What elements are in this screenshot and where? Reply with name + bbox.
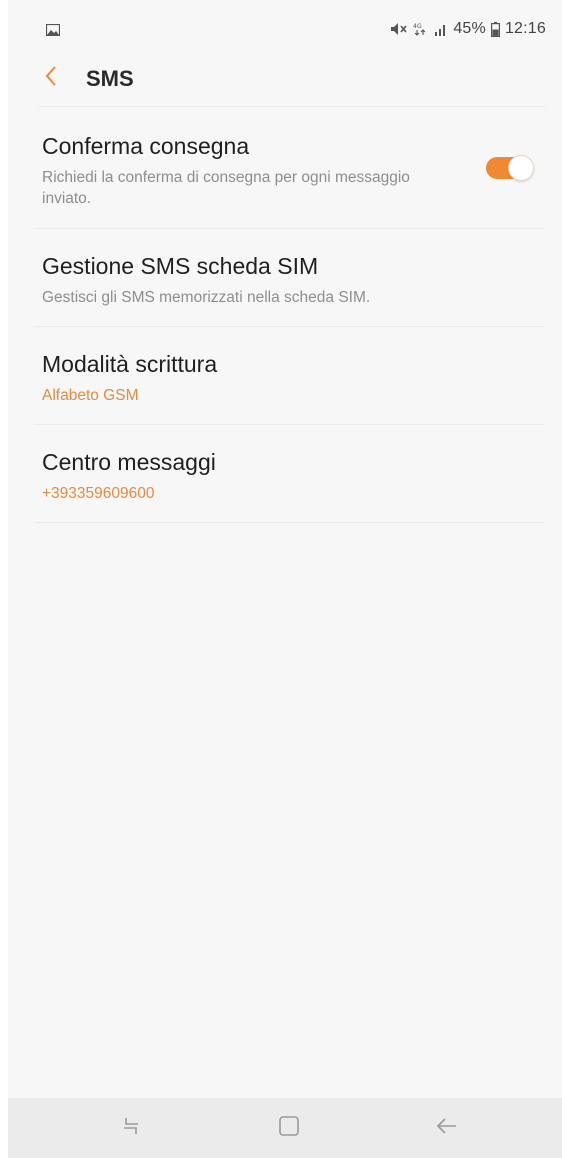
toggle-thumb (508, 155, 534, 181)
svg-text:4G: 4G (413, 23, 422, 30)
image-icon (45, 23, 61, 37)
setting-summary: Gestisci gli SMS memorizzati nella sched… (42, 289, 371, 306)
setting-summary: Richiedi la conferma di consegna per ogn… (42, 169, 410, 207)
page-title: SMS (86, 66, 134, 91)
setting-message-center[interactable]: Centro messaggi +393359609600 (8, 425, 562, 522)
status-bar: 4G 45% 12:16 (8, 0, 562, 58)
setting-value: +393359609600 (42, 485, 155, 502)
divider (34, 522, 544, 523)
setting-title: Modalità scrittura (42, 351, 218, 377)
battery-icon (490, 21, 500, 37)
setting-value: Alfabeto GSM (42, 387, 139, 404)
clock: 12:16 (504, 20, 546, 37)
screen: 4G 45% 12:16 SMS Conferma consegna Richi… (8, 0, 562, 1158)
back-arrow-icon (435, 1115, 459, 1142)
setting-sim-messages[interactable]: Gestione SMS scheda SIM Gestisci gli SMS… (8, 229, 562, 326)
recent-apps-icon (119, 1115, 143, 1142)
nav-back-button[interactable] (432, 1115, 462, 1141)
status-right: 4G 45% 12:16 (390, 20, 546, 38)
navigation-bar (8, 1098, 562, 1158)
home-button[interactable] (274, 1115, 304, 1141)
back-button[interactable] (34, 58, 68, 98)
setting-title: Gestione SMS scheda SIM (42, 253, 319, 279)
settings-list: Conferma consegna Richiedi la conferma d… (8, 107, 562, 523)
setting-title: Centro messaggi (42, 449, 216, 475)
chevron-left-icon (45, 65, 57, 92)
data-icon: 4G (413, 22, 429, 36)
app-header: SMS (8, 58, 562, 106)
recent-apps-button[interactable] (116, 1115, 146, 1141)
battery-percent: 45% (453, 20, 486, 37)
mute-icon (390, 22, 408, 36)
setting-title: Conferma consegna (42, 133, 250, 159)
setting-input-mode[interactable]: Modalità scrittura Alfabeto GSM (8, 327, 562, 424)
home-icon (278, 1115, 300, 1142)
setting-delivery-report[interactable]: Conferma consegna Richiedi la conferma d… (8, 107, 562, 228)
signal-icon (434, 22, 448, 36)
delivery-report-toggle[interactable] (486, 153, 534, 183)
